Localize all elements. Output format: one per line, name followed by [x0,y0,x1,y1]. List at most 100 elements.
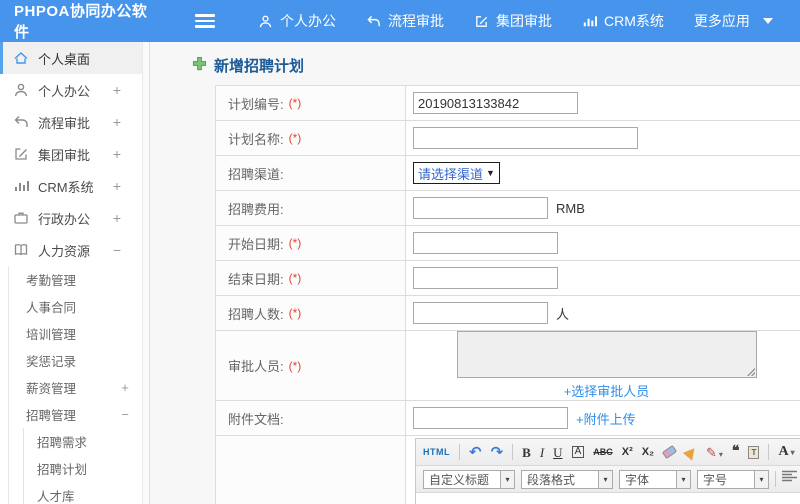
expand-icon[interactable]: + [111,210,123,226]
underline-button[interactable]: U [553,446,562,459]
channel-select[interactable]: 请选择渠道 ▼ [413,162,500,184]
sidebar-item-desktop[interactable]: 个人桌面 [0,42,149,74]
add-plus-icon [192,56,207,76]
bold-button[interactable]: B [522,446,531,459]
editor-row-label [216,436,406,504]
form-row-cost: 招聘费用: RMB [216,191,800,226]
end-date-input[interactable] [413,267,558,289]
sidebar-item-admin-office[interactable]: 行政办公 + [0,202,149,234]
edit-icon [13,146,29,162]
sidebar-item-process-approval[interactable]: 流程审批 + [0,106,149,138]
autoformat-button[interactable]: A [571,446,585,458]
select-approvers-link[interactable]: +选择审批人员 [564,381,650,400]
align-left-icon[interactable] [782,470,797,488]
attachment-upload-link[interactable]: +附件上传 [576,409,636,428]
sidebar-item-recruit-plan[interactable]: 招聘计划 [24,455,149,482]
top-navigation: 个人办公 流程审批 集团审批 CRM系统 更多应用 [243,11,788,31]
approvers-textarea[interactable] [456,331,757,378]
editor-toolbar-row1: HTML ↶ ↷ B I U A ABC X² X₂ ✎ ▾ ❝ T A ▾ [416,439,800,466]
home-icon [13,50,29,66]
font-color-button[interactable]: A ▾ [778,445,794,459]
collapse-icon[interactable]: − [111,242,123,258]
expand-icon[interactable]: + [111,146,123,162]
app-logo: PHPOA协同办公软件 [14,3,148,41]
form-row-editor: HTML ↶ ↷ B I U A ABC X² X₂ ✎ ▾ ❝ T A ▾ 自… [216,436,800,504]
caret-down-icon: ▾ [754,470,768,488]
sidebar-item-hr-contract[interactable]: 人事合同 [9,293,149,320]
expand-icon[interactable]: + [119,380,131,395]
user-icon [258,14,273,29]
nav-group-approval[interactable]: 集团审批 [459,11,567,31]
paragraph-format-select[interactable]: 段落格式 ▾ [521,469,613,489]
process-arrow-icon [13,114,29,130]
select-caret-icon: ▼ [486,168,495,178]
caret-down-icon: ▾ [718,449,723,459]
required-mark: (*) [288,271,302,285]
recruit-submenu: 招聘需求 招聘计划 人才库 [23,428,149,504]
required-mark: (*) [288,96,302,110]
superscript-button[interactable]: X² [622,446,633,458]
nav-crm-system[interactable]: CRM系统 [567,11,679,31]
sidebar-item-rewards[interactable]: 奖惩记录 [9,347,149,374]
required-mark: (*) [288,236,302,250]
caret-down-icon: ▾ [676,470,690,488]
sidebar-scrollbar[interactable] [142,42,149,504]
expand-icon[interactable]: + [111,178,123,194]
resize-grip-icon[interactable] [746,368,755,376]
undo-icon[interactable]: ↶ [469,445,482,460]
caret-down-icon: ▾ [500,470,514,488]
briefcase-icon [13,210,29,226]
italic-button[interactable]: I [540,446,544,459]
nav-personal-office[interactable]: 个人办公 [243,11,351,31]
caret-down-icon [762,18,773,24]
editor-content-area[interactable] [416,493,800,504]
editor-toolbar-row2: 自定义标题▾ 段落格式▾ 字体▾ 字号▾ ∞ ∞ [416,466,800,493]
sidebar-item-talent-pool[interactable]: 人才库 [24,482,149,504]
hr-submenu: 考勤管理 人事合同 培训管理 奖惩记录 薪资管理 + 招聘管理 − 招聘需求 招聘计… [8,266,149,504]
attachment-input[interactable] [413,407,568,429]
sidebar-item-recruit-demand[interactable]: 招聘需求 [24,428,149,455]
redo-icon[interactable]: ↷ [491,445,504,460]
expand-icon[interactable]: + [111,82,123,98]
caret-down-icon: ▾ [598,470,612,488]
plan-name-input[interactable] [413,127,638,149]
strikethrough-button[interactable]: ABC [593,447,613,457]
expand-icon[interactable]: + [111,114,123,130]
font-size-select[interactable]: 字号 ▾ [697,469,769,489]
subscript-button[interactable]: X₂ [642,446,654,458]
user-icon [13,82,29,98]
nav-process-approval[interactable]: 流程审批 [351,11,459,31]
form-row-end-date: 结束日期: (*) [216,261,800,296]
recruit-plan-form: 计划编号:(*) 计划名称:(*) 招聘渠道: 请选择渠道 ▼ 招聘费用: RM… [215,85,800,504]
form-row-plan-number: 计划编号: (*) [216,86,800,121]
form-row-start-date: 开始日期: (*) [216,226,800,261]
paste-as-text-icon[interactable]: T [748,445,760,459]
sidebar: 个人桌面 个人办公 + 流程审批 + 集团审批 + CRM系统 + 行政办公 +… [0,42,150,504]
nav-more-apps[interactable]: 更多应用 [679,11,788,31]
sidebar-item-training[interactable]: 培训管理 [9,320,149,347]
sidebar-item-personal-office[interactable]: 个人办公 + [0,74,149,106]
sidebar-item-attendance[interactable]: 考勤管理 [9,266,149,293]
custom-title-select[interactable]: 自定义标题 ▾ [423,469,515,489]
sidebar-item-hr[interactable]: 人力资源 − [0,234,149,266]
blockquote-button[interactable]: ❝ [732,445,740,459]
start-date-input[interactable] [413,232,558,254]
sidebar-item-recruit-mgmt[interactable]: 招聘管理 − [9,401,149,428]
sidebar-item-crm[interactable]: CRM系统 + [0,170,149,202]
sidebar-item-salary[interactable]: 薪资管理 + [9,374,149,401]
cost-input[interactable] [413,197,548,219]
text-style-pen-icon[interactable]: ✎ ▾ [706,446,723,459]
plan-number-input[interactable] [413,92,578,114]
rich-text-editor: HTML ↶ ↷ B I U A ABC X² X₂ ✎ ▾ ❝ T A ▾ 自… [415,438,800,504]
currency-unit: RMB [556,200,585,216]
sidebar-item-group-approval[interactable]: 集团审批 + [0,138,149,170]
eraser-icon[interactable] [661,444,678,460]
collapse-icon[interactable]: − [119,407,131,422]
source-code-button[interactable]: HTML [423,447,450,457]
form-row-plan-name: 计划名称: (*) [216,121,800,156]
form-row-approvers: 审批人员: (*) +选择审批人员 [216,331,800,401]
format-brush-icon[interactable] [682,443,700,461]
font-family-select[interactable]: 字体 ▾ [619,469,691,489]
menu-toggle-icon[interactable] [195,11,215,31]
headcount-input[interactable] [413,302,548,324]
